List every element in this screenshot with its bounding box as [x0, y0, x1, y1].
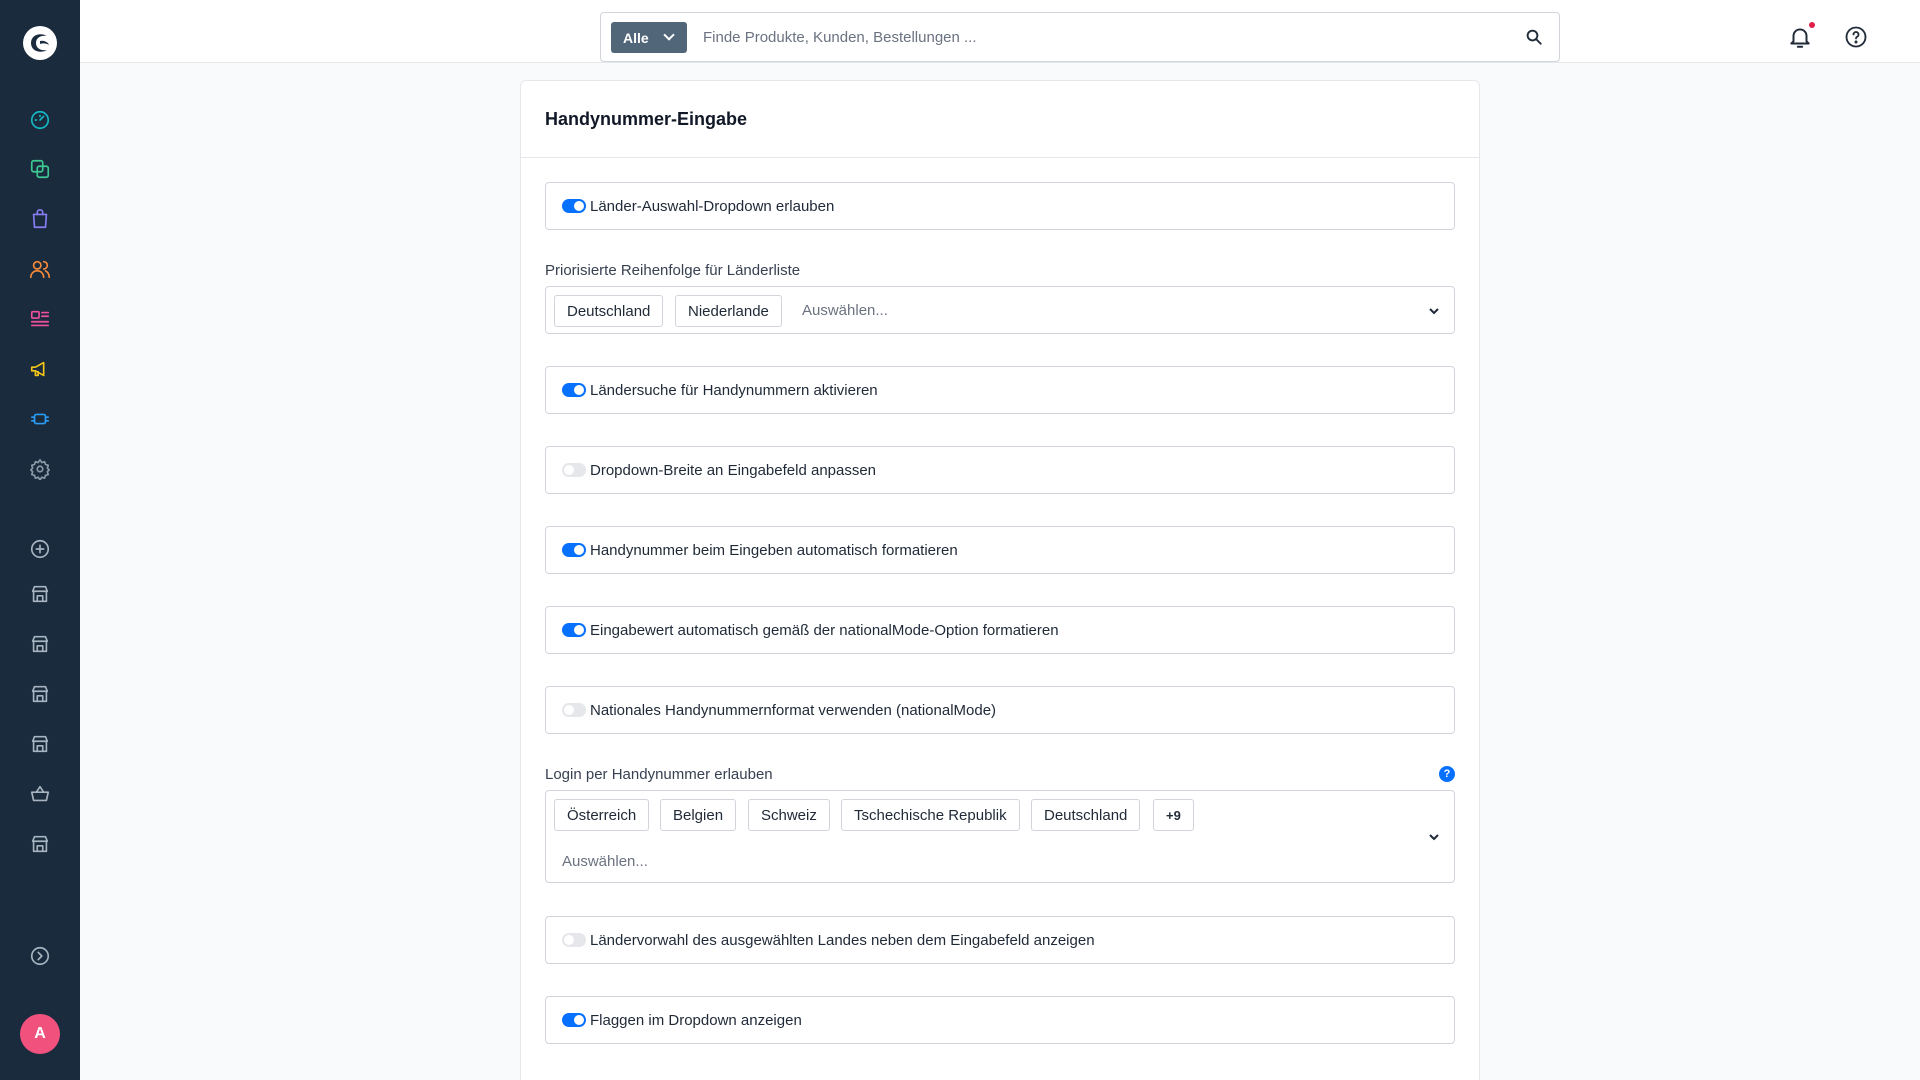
catalog-icon[interactable]: [28, 157, 52, 181]
toggle-row-country-search[interactable]: Ländersuche für Handynummern aktivieren: [545, 366, 1455, 414]
content-icon[interactable]: [28, 307, 52, 331]
toggle-label: Nationales Handynummernformat verwenden …: [590, 701, 997, 719]
expand-icon[interactable]: [28, 944, 52, 968]
sales-channel-icon[interactable]: [28, 632, 52, 656]
chevron-down-icon[interactable]: [1428, 305, 1440, 317]
dashboard-icon[interactable]: [28, 108, 52, 132]
toggle-switch[interactable]: [562, 933, 586, 947]
toggle-row-country-dropdown[interactable]: Länder-Auswahl-Dropdown erlauben: [545, 182, 1455, 230]
chevron-down-icon[interactable]: [1428, 831, 1440, 843]
sales-channel-icon[interactable]: [28, 732, 52, 756]
orders-icon[interactable]: [28, 207, 52, 231]
toggle-label: Eingabewert automatisch gemäß der nation…: [590, 621, 1059, 639]
toggle-label: Ländervorwahl des ausgewählten Landes ne…: [590, 931, 1095, 949]
login-country-select[interactable]: Österreich Belgien Schweiz Tschechische …: [545, 790, 1455, 883]
priority-select[interactable]: Deutschland Niederlande Auswählen...: [545, 286, 1455, 334]
bell-icon[interactable]: [1787, 24, 1813, 50]
extensions-icon[interactable]: [28, 407, 52, 431]
chip-deutschland[interactable]: Deutschland: [554, 295, 664, 327]
sales-channel-icon[interactable]: [28, 582, 52, 606]
customers-icon[interactable]: [28, 257, 52, 281]
settings-icon[interactable]: [28, 457, 52, 481]
toggle-switch[interactable]: [562, 199, 586, 213]
toggle-label: Dropdown-Breite an Eingabefeld anpassen: [590, 461, 877, 479]
search-scope-label: Alle: [623, 29, 649, 46]
card-title: Handynummer-Eingabe: [545, 109, 748, 129]
toggle-row-national-mode[interactable]: Nationales Handynummernformat verwenden …: [545, 686, 1455, 734]
toggle-label: Handynummer beim Eingeben automatisch fo…: [590, 541, 958, 559]
toggle-switch[interactable]: [562, 623, 586, 637]
marketing-icon[interactable]: [28, 357, 52, 381]
toggle-switch[interactable]: [562, 383, 586, 397]
topbar: Alle: [80, 0, 1920, 63]
help-icon[interactable]: ?: [1439, 766, 1455, 782]
chevron-down-icon: [663, 29, 675, 41]
search-scope-button[interactable]: Alle: [611, 22, 687, 53]
login-label: Login per Handynummer erlauben: [545, 766, 773, 783]
avatar[interactable]: A: [20, 1014, 60, 1054]
global-search: Alle: [600, 12, 1560, 62]
chip-more-count[interactable]: +9: [1153, 799, 1194, 831]
toggle-label: Flaggen im Dropdown anzeigen: [590, 1011, 802, 1029]
chip-oesterreich[interactable]: Österreich: [554, 799, 650, 831]
toggle-row-national-mode-format[interactable]: Eingabewert automatisch gemäß der nation…: [545, 606, 1455, 654]
toggle-switch[interactable]: [562, 1013, 586, 1027]
divider: [521, 157, 1479, 158]
toggle-row-auto-format[interactable]: Handynummer beim Eingeben automatisch fo…: [545, 526, 1455, 574]
chip-schweiz[interactable]: Schweiz: [748, 799, 830, 831]
login-placeholder: Auswählen...: [562, 853, 648, 870]
sales-channel-icon[interactable]: [28, 832, 52, 856]
toggle-row-flags[interactable]: Flaggen im Dropdown anzeigen: [545, 996, 1455, 1044]
toggle-label: Ländersuche für Handynummern aktivieren: [590, 381, 878, 399]
toggle-switch[interactable]: [562, 463, 586, 477]
chip-niederlande[interactable]: Niederlande: [675, 295, 782, 327]
toggle-switch[interactable]: [562, 703, 586, 717]
add-sales-channel-icon[interactable]: [28, 537, 52, 561]
more-icon[interactable]: [28, 880, 52, 904]
sidebar: A: [0, 0, 80, 1080]
chip-tschechische-republik[interactable]: Tschechische Republik: [841, 799, 1020, 831]
sales-channel-icon[interactable]: [28, 682, 52, 706]
chip-belgien[interactable]: Belgien: [660, 799, 737, 831]
help-icon[interactable]: [1844, 25, 1868, 49]
notification-dot: [1809, 22, 1815, 28]
toggle-row-dropdown-width[interactable]: Dropdown-Breite an Eingabefeld anpassen: [545, 446, 1455, 494]
search-input[interactable]: [703, 22, 1483, 53]
priority-label: Priorisierte Reihenfolge für Länderliste: [545, 262, 801, 279]
search-icon[interactable]: [1525, 28, 1543, 46]
priority-placeholder: Auswählen...: [802, 302, 888, 319]
toggle-switch[interactable]: [562, 543, 586, 557]
toggle-row-dial-code[interactable]: Ländervorwahl des ausgewählten Landes ne…: [545, 916, 1455, 964]
settings-card: Handynummer-Eingabe Länder-Auswahl-Dropd…: [520, 80, 1480, 1080]
toggle-label: Länder-Auswahl-Dropdown erlauben: [590, 197, 835, 215]
chip-deutschland[interactable]: Deutschland: [1031, 799, 1141, 831]
logo-icon[interactable]: [22, 25, 58, 61]
basket-icon[interactable]: [28, 782, 52, 806]
